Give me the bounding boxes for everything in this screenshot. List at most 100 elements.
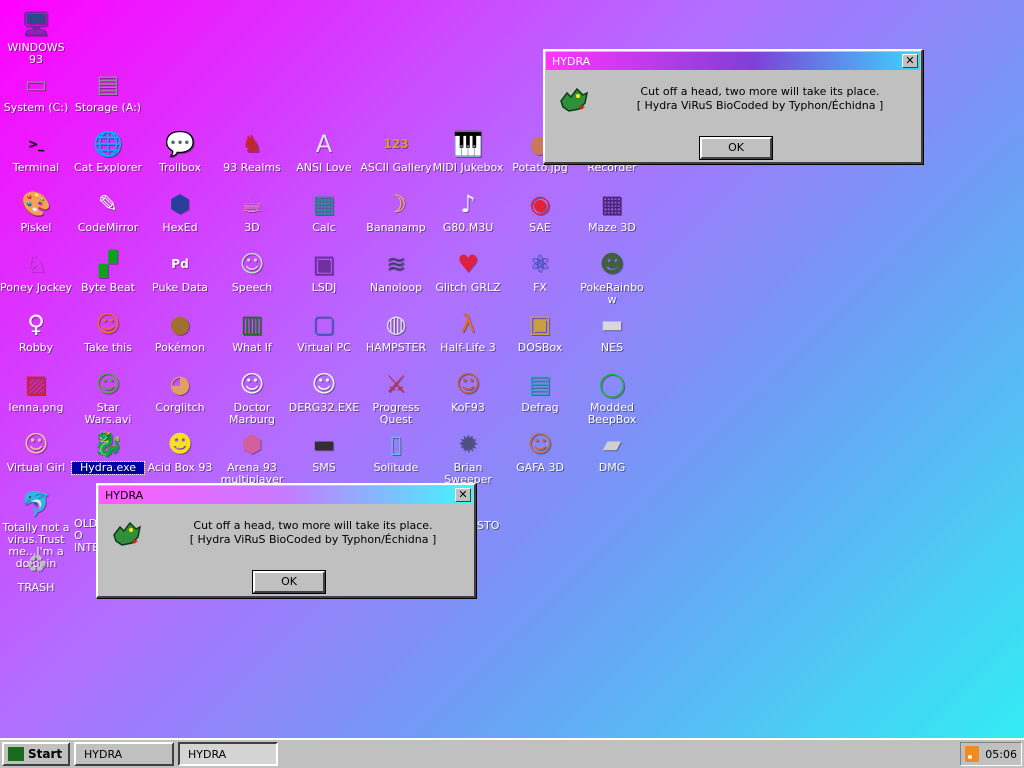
desktop-icon[interactable]: ♻ TRASH	[0, 546, 72, 606]
ok-button[interactable]: OK	[252, 570, 326, 594]
desktop-icon[interactable]: ♀ Robby	[0, 306, 72, 366]
desktop-icon[interactable]: ☺ Virtual Girl	[0, 426, 72, 486]
desktop-icon[interactable]: ◍ HAMPSTER	[360, 306, 432, 366]
image-file-icon: ▨	[24, 370, 48, 398]
knight-icon: ♞	[241, 130, 263, 158]
desktop-icon[interactable]: 💬 Trollbox	[144, 126, 216, 186]
desktop-icon[interactable]: 🐉 Hydra.exe	[71, 426, 145, 486]
desktop-icon-label: Nanoloop	[369, 281, 423, 294]
partial-label-custo[interactable]: STO	[477, 519, 499, 532]
desktop-icon[interactable]: ♪ G80.M3U	[432, 186, 504, 246]
desktop-icon[interactable]: ▬ SMS	[288, 426, 360, 486]
pixel-character-icon: ☺	[95, 310, 121, 338]
desktop-icon[interactable]: ♥ Glitch GRLZ	[432, 246, 504, 306]
desktop-icon[interactable]: ◕ Corglitch	[144, 366, 216, 426]
desktop-icon-label: SAE	[529, 221, 551, 234]
pokemon-trainers-icon: ☻	[599, 250, 625, 278]
desktop-icon[interactable]: ⚔ Progress Quest	[360, 366, 432, 426]
desktop-icon[interactable]: ≋ Nanoloop	[360, 246, 432, 306]
desktop-icon-label: Progress Quest	[372, 401, 420, 426]
taskbar-item-hydra[interactable]: HYDRA	[74, 742, 174, 766]
desktop-icon[interactable]: ▦ Maze 3D	[576, 186, 648, 246]
desktop-icon[interactable]: ♞ 93 Realms	[216, 126, 288, 186]
desktop-icon[interactable]: ▤ Defrag	[504, 366, 576, 426]
close-button[interactable]: ✕	[455, 488, 471, 502]
desktop-icon[interactable]: ▣ LSDJ	[288, 246, 360, 306]
desktop-icon[interactable]: >_ Terminal	[0, 126, 72, 186]
start-button[interactable]: Start	[2, 742, 70, 766]
desktop-icon[interactable]: 🎹 MIDI Jukebox	[432, 126, 504, 186]
palette-icon: 🎨	[21, 190, 51, 218]
face-speech-icon: ☺	[239, 250, 265, 278]
desktop-icon[interactable]: ▤ Storage (A:)	[72, 66, 144, 126]
desktop-icon[interactable]: ☻ PokeRainbow	[576, 246, 648, 306]
desktop-icon[interactable]: ▢ Virtual PC	[288, 306, 360, 366]
desktop-icon[interactable]: ☺ Star Wars.avi	[72, 366, 144, 426]
hydra-dialog-front-titlebar[interactable]: HYDRA ✕	[99, 486, 473, 504]
desktop-icon[interactable]: ☺ GAFA 3D	[504, 426, 576, 486]
desktop-icon-label: System (C:)	[3, 101, 69, 114]
desktop-icon[interactable]: ✎ CodeMirror	[72, 186, 144, 246]
desktop-icon[interactable]: ☺ Doctor Marburg	[216, 366, 288, 426]
desktop-icon[interactable]: ☻ Acid Box 93	[144, 426, 216, 486]
clock: 05:06	[985, 747, 1017, 761]
byte-beat-icon: ▞	[98, 250, 118, 278]
mine-icon: ✹	[457, 430, 479, 458]
desktop-icon-label: Defrag	[521, 401, 559, 414]
desktop-icon[interactable]: 🖥 WINDOWS 93	[0, 6, 72, 66]
desktop-icon-label: Corglitch	[155, 401, 205, 414]
desktop-icon[interactable]: Pd Puke Data	[144, 246, 216, 306]
desktop-icon-label: Terminal	[12, 161, 60, 174]
desktop-icon[interactable]: ☽ Bananamp	[360, 186, 432, 246]
gameboy-icon: ▣	[312, 250, 336, 278]
desktop-icon[interactable]: ☺ DERG32.EXE	[288, 366, 360, 426]
rss-feed-icon[interactable]	[965, 746, 980, 762]
desktop-icon[interactable]: ▭ System (C:)	[0, 66, 72, 126]
desktop-icon-label: Virtual Girl	[6, 461, 66, 474]
close-button[interactable]: ✕	[902, 54, 918, 68]
smiley-icon: ☻	[167, 430, 193, 458]
desktop-icon[interactable]: 🐬 Totally not a virus.Trust me...I'm a do…	[0, 486, 72, 570]
desktop-icon[interactable]: ▣ DOSBox	[504, 306, 576, 366]
desktop-icon[interactable]: A ANSI Love	[288, 126, 360, 186]
desktop-icon[interactable]: ◯ Modded BeepBox	[576, 366, 648, 426]
taskbar-item-hydra-active[interactable]: HYDRA	[178, 742, 278, 766]
hydra-dialog-back: HYDRA ✕ Cut off a head, two more will ta…	[543, 49, 923, 164]
desktop-icon[interactable]: ▰ DMG	[576, 426, 648, 486]
desktop-icon[interactable]: ⬢ HexEd	[144, 186, 216, 246]
desktop-icon[interactable]: ⚛ FX	[504, 246, 576, 306]
desktop-icon[interactable]: λ Half-Life 3	[432, 306, 504, 366]
desktop-icon[interactable]: 123 ASCII Gallery	[360, 126, 432, 186]
desktop-icon-label: Half-Life 3	[440, 341, 496, 354]
desktop-icon[interactable]: ▞ Byte Beat	[72, 246, 144, 306]
desktop-icon[interactable]: ☺ Take this	[72, 306, 144, 366]
desktop-icon[interactable]: ● Pokémon	[144, 306, 216, 366]
half-life-icon: λ	[460, 310, 476, 338]
desktop-icon-label: SMS	[312, 461, 336, 474]
desktop-icon[interactable]: ▯ Solitude	[360, 426, 432, 486]
hydra-dialog-back-titlebar[interactable]: HYDRA ✕	[546, 52, 920, 70]
desktop-icon[interactable]: ▬ NES	[576, 306, 648, 366]
desktop-icon[interactable]: ▥ What If	[216, 306, 288, 366]
desktop-icon[interactable]: ⬢ Arena 93 multiplayer	[216, 426, 288, 486]
desktop-icon-label: Trollbox	[158, 161, 202, 174]
desktop-icon[interactable]: ◉ SAE	[504, 186, 576, 246]
desktop-icon-label: ANSI Love	[296, 161, 352, 174]
desktop-icon[interactable]: 🎨 Piskel	[0, 186, 72, 246]
music-playlist-icon: ♪	[460, 190, 476, 218]
desktop-icon[interactable]: ☺ Speech	[216, 246, 288, 306]
desktop-icon[interactable]: ✹ Brian Sweeper	[432, 426, 504, 486]
desktop-icon[interactable]: ☺ KoF93	[432, 366, 504, 426]
desktop-icon-label: Maze 3D	[588, 221, 636, 234]
desktop-icon-label: Calc	[312, 221, 336, 234]
desktop-icon[interactable]: 🌐 Cat Explorer	[72, 126, 144, 186]
desktop-icon[interactable]: ▨ lenna.png	[0, 366, 72, 426]
desktop-icon[interactable]: ♘ Poney Jockey	[0, 246, 72, 306]
desktop-icon[interactable]: ▦ Calc	[288, 186, 360, 246]
desktop-icon[interactable]: ☕ 3D	[216, 186, 288, 246]
desktop-icon-label: Virtual PC	[297, 341, 351, 354]
ok-button[interactable]: OK	[699, 136, 773, 160]
ascii-123-icon: 123	[383, 137, 409, 151]
dialog-message-line1: Cut off a head, two more will take its p…	[193, 519, 433, 532]
desktop-icon-label: LSDJ	[311, 281, 337, 294]
